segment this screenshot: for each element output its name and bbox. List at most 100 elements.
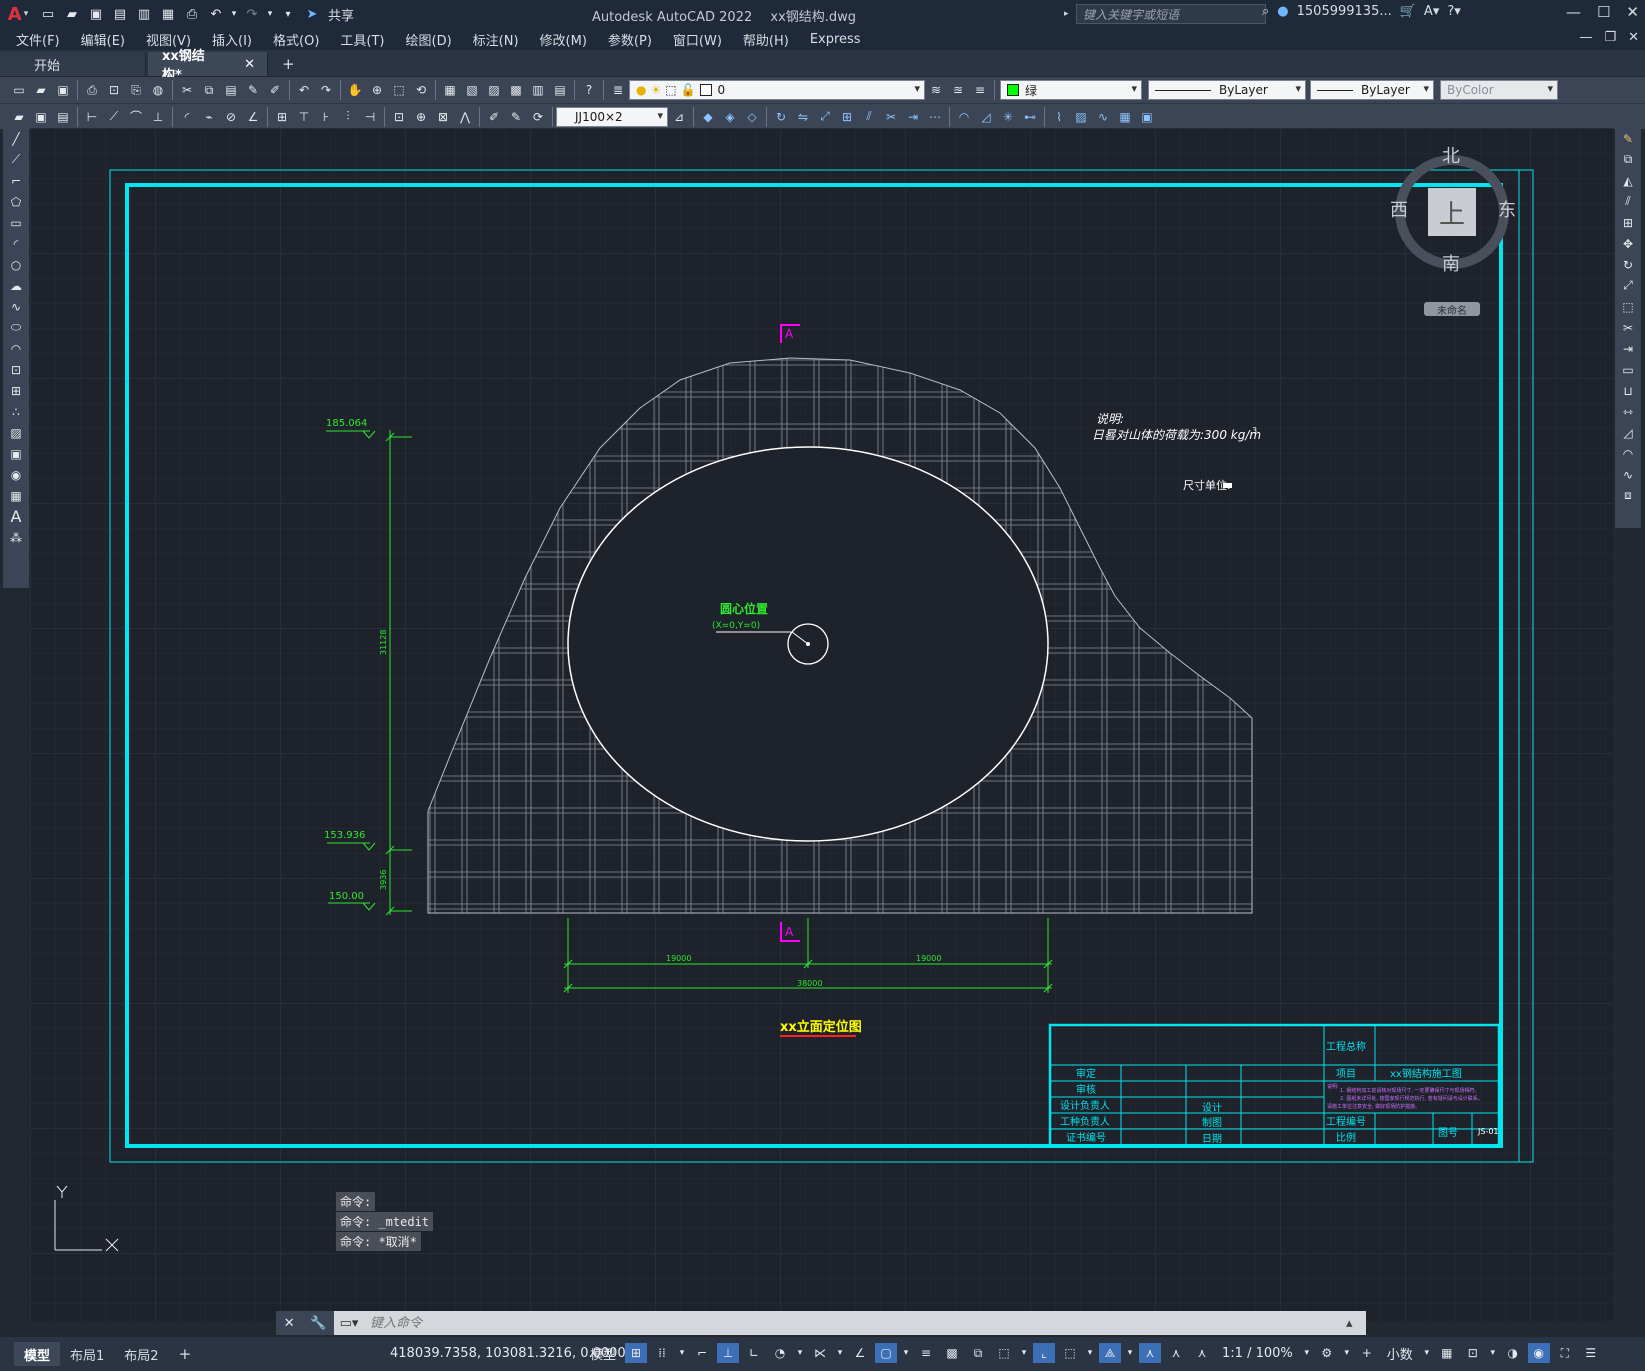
object-snap-icon[interactable]: ▢ [875,1343,898,1363]
spline-icon[interactable]: ∿ [6,297,26,316]
user-name[interactable]: 1505999135... [1297,4,1392,19]
menu-format[interactable]: 格式(O) [273,30,319,49]
fillet-icon[interactable]: ◠ [1618,444,1638,463]
baseline-dim-icon[interactable]: ⊤ [294,107,314,127]
markup-icon[interactable]: ▥ [528,80,548,100]
edit-text-icon[interactable]: ▣ [1137,107,1157,127]
array-icon[interactable]: ⊞ [837,107,857,127]
recent-commands-icon[interactable]: ▭▾ [334,1316,364,1331]
isodraft-icon[interactable]: ⋉ [809,1343,831,1363]
layout-tab-model[interactable]: 模型 [14,1342,61,1366]
rotate-icon[interactable]: ↻ [771,107,791,127]
layer-properties-icon[interactable]: ≣ [608,80,628,100]
annotation-monitor-icon[interactable]: + [1356,1343,1378,1363]
search-expand-icon[interactable]: ▸ [1064,4,1074,24]
layer-previous-icon[interactable]: ≊ [948,80,968,100]
sheet-set-icon[interactable]: ▩ [506,80,526,100]
redo-icon[interactable]: ↷ [241,4,263,24]
plot-preview-icon[interactable]: ⊡ [104,80,124,100]
tab-start[interactable]: 开始 [0,52,146,76]
qnew-icon[interactable]: ▭ [9,80,29,100]
ellipse-arc-icon[interactable]: ◠ [6,339,26,358]
publish-icon[interactable]: ⎘ [126,80,146,100]
save-icon[interactable]: ▣ [85,4,107,24]
layout-tools-icon[interactable]: ▰ [9,107,29,127]
plot-layout-icon[interactable]: ▣ [31,107,51,127]
linear-dim-icon[interactable]: ⊢ [82,107,102,127]
array-icon[interactable]: ⊞ [1618,213,1638,232]
open-folder-icon[interactable]: ▰ [61,4,83,24]
plot-icon[interactable]: ⎙ [82,80,102,100]
erase-icon[interactable]: ✎ [1618,129,1638,148]
viewcube[interactable]: 北 南 东 西 上 未命名 [1390,142,1522,317]
undo-icon[interactable]: ↶ [294,80,314,100]
viewcube-north[interactable]: 北 [1442,142,1460,168]
dim-update-icon[interactable]: ⟳ [528,107,548,127]
close-command-line-icon[interactable]: ✕ [284,1316,295,1331]
lineweight-icon[interactable]: ≡ [915,1343,937,1363]
layer-dropdown[interactable]: ● ☀ ⬚ 🔓 0 [629,80,925,100]
menu-help[interactable]: 帮助(H) [743,30,789,49]
publish-icon[interactable]: ▦ [157,4,179,24]
menu-tools[interactable]: 工具(T) [340,30,384,49]
isolate-objects-icon[interactable]: ◑ [1502,1343,1524,1363]
viewcube-south[interactable]: 南 [1442,250,1460,276]
region-icon[interactable]: ◉ [6,465,26,484]
insert-block-icon[interactable]: ⊡ [6,360,26,379]
fillet-icon[interactable]: ◠ [954,107,974,127]
menu-dimension[interactable]: 标注(N) [473,30,519,49]
redo-dropdown-icon[interactable]: ▾ [265,4,275,24]
close-icon[interactable]: ✕ [1626,3,1639,21]
line-icon[interactable]: ╱ [6,129,26,148]
stretch-icon[interactable]: ◇ [742,107,762,127]
mirror-icon[interactable]: ⇋ [793,107,813,127]
share-icon[interactable]: ➤ [301,4,323,24]
menu-parametric[interactable]: 参数(P) [608,30,652,49]
pagesetup-icon[interactable]: ▤ [53,107,73,127]
drawing-svg[interactable]: 圆心位置 (X=0,Y=0) A A 185.064 153.936 150.0… [30,128,1613,1321]
color-dropdown[interactable]: 绿 [1000,80,1142,100]
add-selected-icon[interactable]: ⁂ [6,528,26,547]
search-icon[interactable]: ⌕ [1262,4,1269,19]
ortho-icon[interactable]: ∟ [743,1343,765,1363]
redo-icon[interactable]: ↷ [316,80,336,100]
linetype-dropdown[interactable]: ByLayer [1148,80,1306,100]
scale-icon[interactable]: ⤢ [1618,276,1638,295]
undo-icon[interactable]: ↶ [205,4,227,24]
zoom-previous-icon[interactable]: ⟲ [411,80,431,100]
new-file-icon[interactable]: ▭ [37,4,59,24]
3d-osnap-dropdown-icon[interactable]: ▾ [1019,1343,1029,1363]
3d-dwf-icon[interactable]: ◍ [148,80,168,100]
save-to-web-icon[interactable]: ▥ [133,4,155,24]
polar-dropdown-icon[interactable]: ▾ [795,1343,805,1363]
units-value[interactable]: 小数 [1387,1344,1413,1363]
make-current-layer-icon[interactable]: ≋ [926,80,946,100]
polygon-icon[interactable]: ⬠ [6,192,26,211]
viewcube-top-face[interactable]: 上 [1428,188,1476,236]
copy-object-icon[interactable]: ◈ [720,107,740,127]
cut-icon[interactable]: ✂ [177,80,197,100]
block-editor-icon[interactable]: ✐ [265,80,285,100]
3d-osnap-icon[interactable]: ⬚ [993,1343,1015,1363]
offset-icon[interactable]: ⫽ [1618,192,1638,211]
stretch-icon[interactable]: ⬚ [1618,297,1638,316]
quick-dim-icon[interactable]: ⊞ [272,107,292,127]
dimstyle-manager-icon[interactable]: ⊿ [669,107,689,127]
maximize-icon[interactable]: ☐ [1597,3,1610,21]
ellipse-icon[interactable]: ⬭ [6,318,26,337]
search-input[interactable]: 键入关键字或短语 [1076,4,1266,24]
menu-draw[interactable]: 绘图(D) [406,30,452,49]
hardware-acceleration-icon[interactable]: ◉ [1527,1343,1550,1363]
revision-cloud-icon[interactable]: ☁ [6,276,26,295]
tab-drawing[interactable]: xx钢结构* ✕ [148,49,268,83]
object-snap-dropdown-icon[interactable]: ▾ [901,1343,911,1363]
selection-filter-icon[interactable]: ⬚ [1059,1343,1081,1363]
workspace-icon[interactable]: ⚙ [1316,1343,1338,1363]
new-tab-icon[interactable]: + [270,52,307,76]
dynamic-input-icon[interactable]: ⊥ [717,1343,740,1363]
pan-icon[interactable]: ✋ [345,80,365,100]
edit-polyline-icon[interactable]: ⌇ [1049,107,1069,127]
polar-icon[interactable]: ◔ [769,1343,791,1363]
join-icon[interactable]: ⇿ [1618,402,1638,421]
space-label[interactable]: 模型 [590,1344,616,1363]
